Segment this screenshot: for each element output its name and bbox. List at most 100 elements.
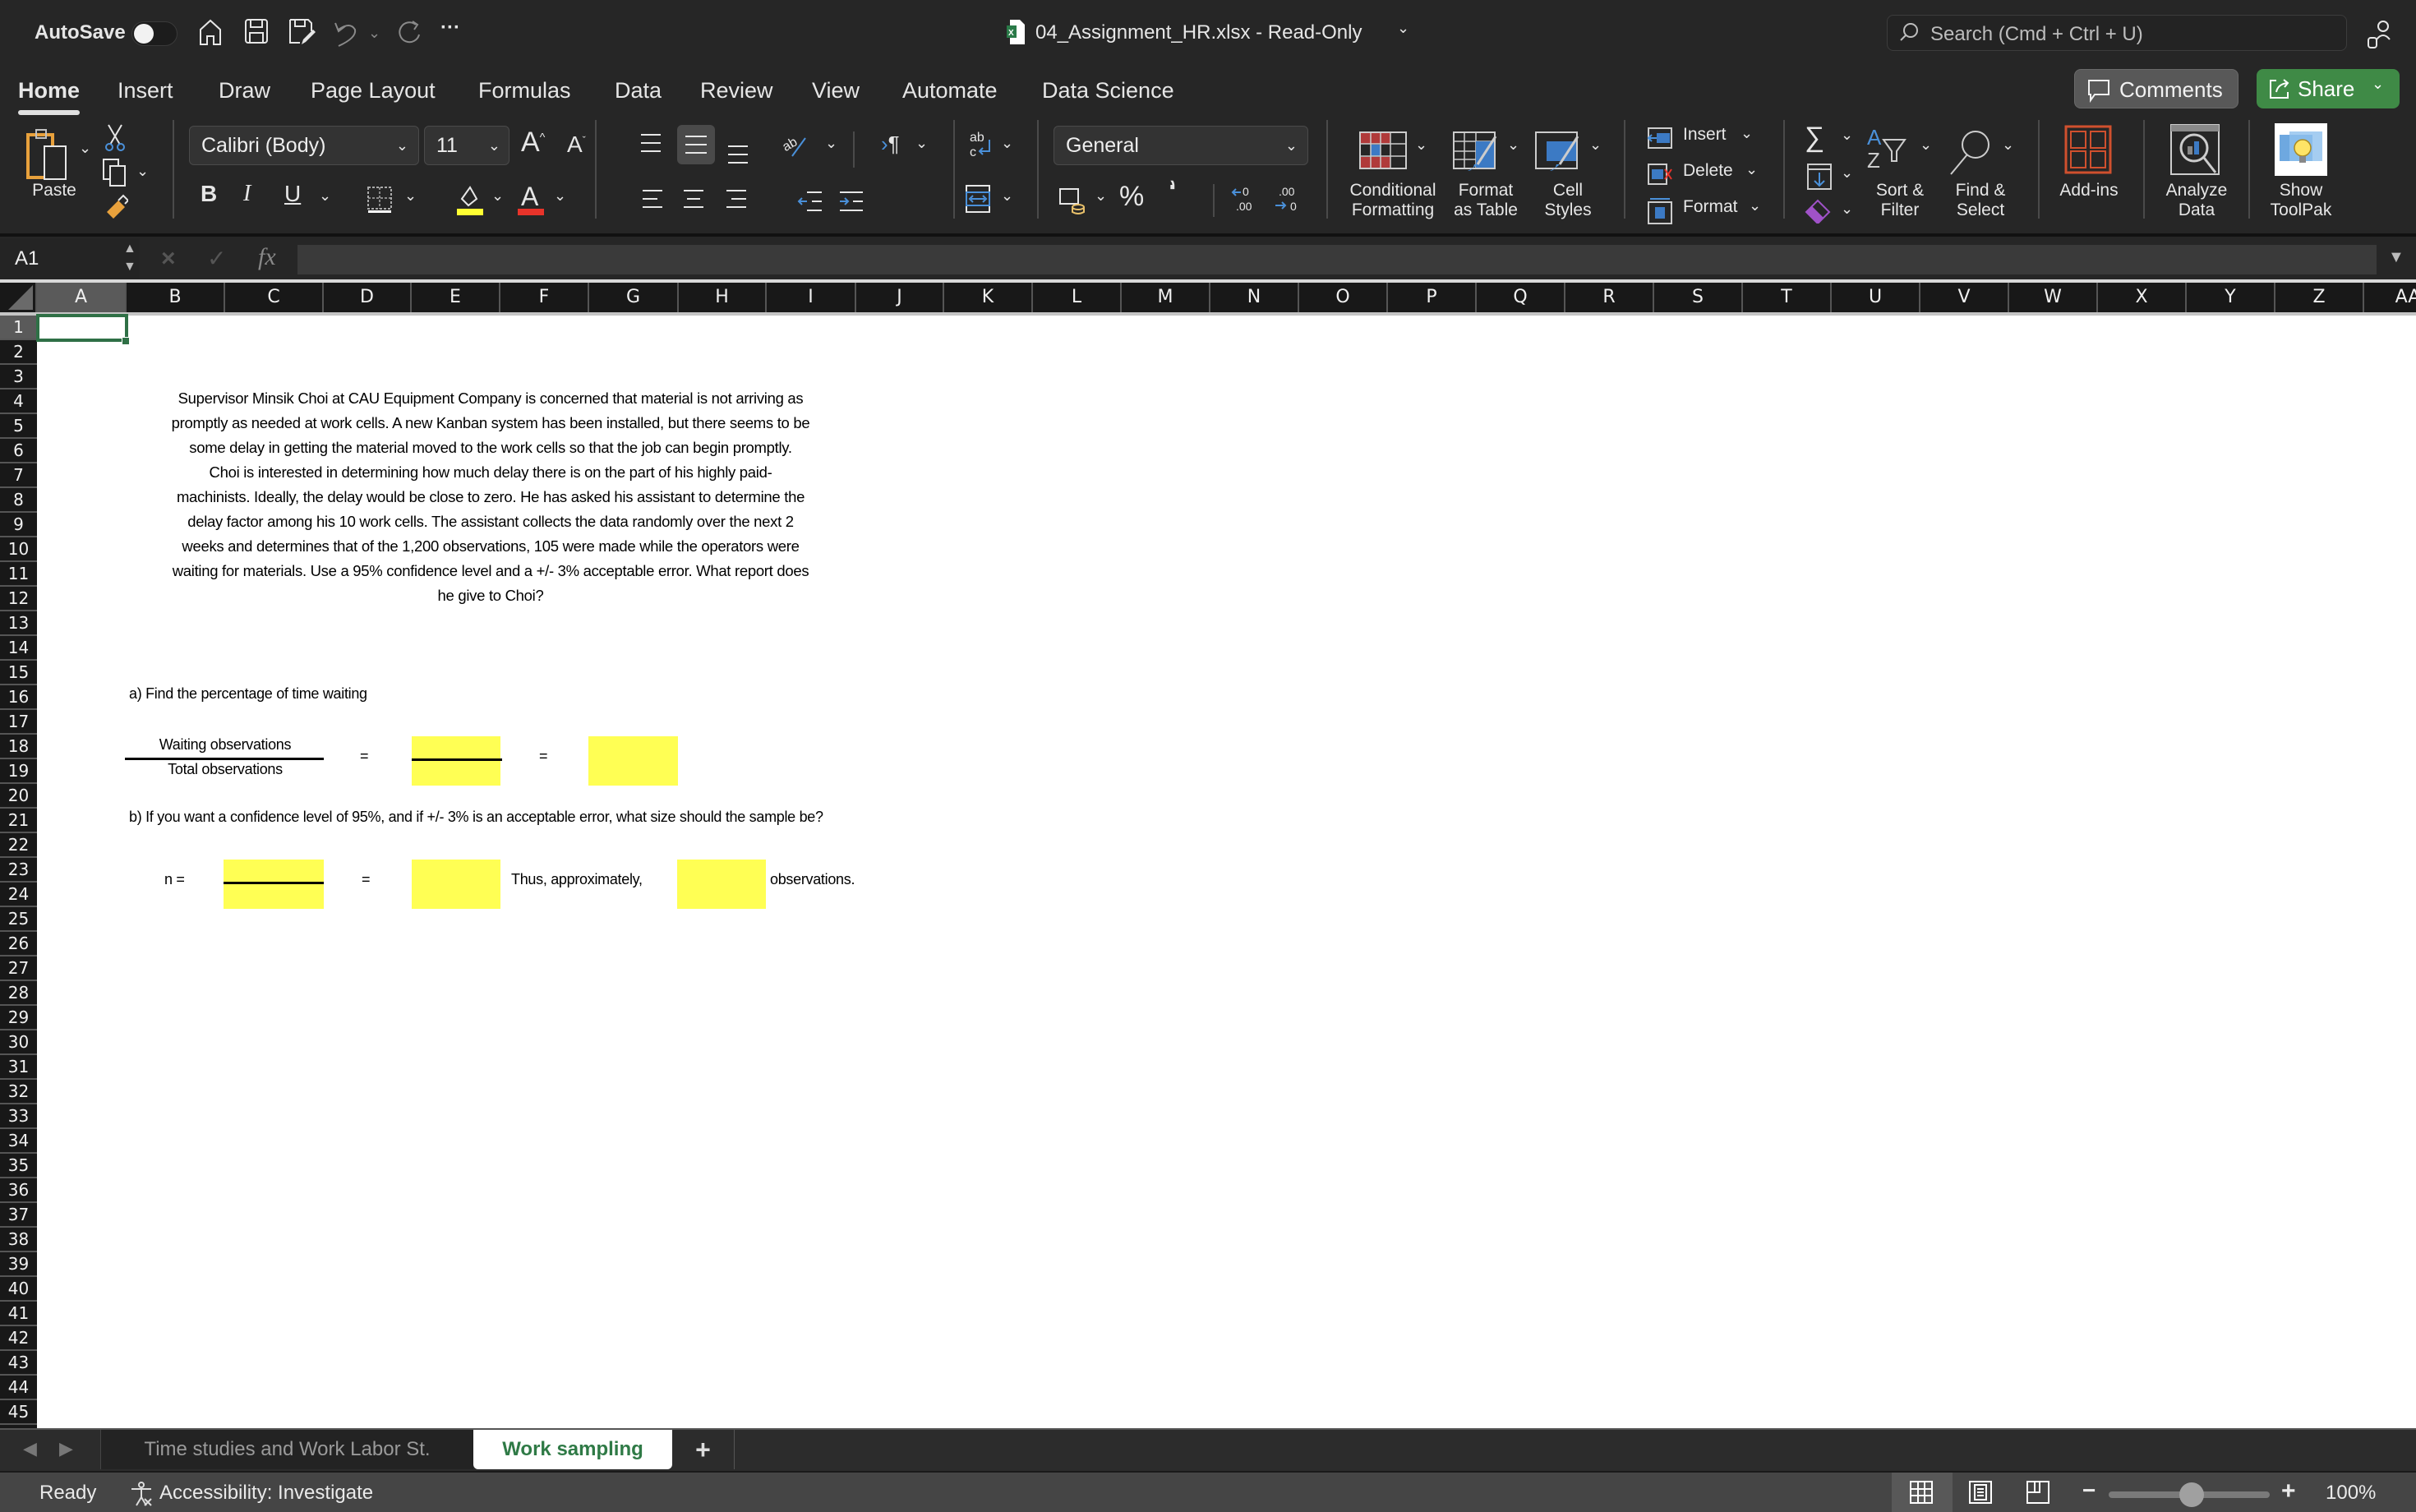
tab-insert[interactable]: Insert — [118, 74, 173, 107]
column-header-f[interactable]: F — [500, 283, 589, 312]
underline-button[interactable]: U — [284, 181, 301, 207]
row-header-21[interactable]: 21 — [0, 809, 37, 833]
tab-automate[interactable]: Automate — [902, 74, 998, 107]
tab-view[interactable]: View — [812, 74, 860, 107]
row-header-10[interactable]: 10 — [0, 537, 37, 562]
row-header-15[interactable]: 15 — [0, 661, 37, 685]
title-chevron-icon[interactable]: ⌄ — [1397, 20, 1409, 37]
fill-color-icon[interactable] — [457, 184, 483, 215]
underline-dropdown-icon[interactable]: ⌄ — [319, 187, 331, 205]
find-select-dropdown-icon[interactable]: ⌄ — [2002, 136, 2014, 154]
accounting-format-icon[interactable] — [1058, 186, 1086, 215]
row-header-16[interactable]: 16 — [0, 685, 37, 710]
sort-filter-label[interactable]: Sort & Filter — [1867, 181, 1933, 220]
row-header-44[interactable]: 44 — [0, 1376, 37, 1400]
decrease-font-size-icon[interactable]: Aˇ — [567, 131, 586, 158]
insert-dropdown-icon[interactable]: ⌄ — [1741, 125, 1753, 142]
sample-size-formula-cell[interactable] — [224, 860, 324, 909]
row-header-38[interactable]: 38 — [0, 1228, 37, 1252]
delete-dropdown-icon[interactable]: ⌄ — [1745, 161, 1758, 178]
orientation-dropdown-icon[interactable]: ⌄ — [825, 135, 837, 152]
row-header-12[interactable]: 12 — [0, 587, 37, 611]
formula-input[interactable] — [297, 245, 2377, 274]
insert-cells-label[interactable]: Insert — [1683, 125, 1727, 145]
insert-cells-icon[interactable] — [1647, 127, 1673, 150]
autosum-dropdown-icon[interactable]: ⌄ — [1841, 127, 1853, 144]
row-header-26[interactable]: 26 — [0, 932, 37, 957]
cancel-entry-icon[interactable]: × — [161, 245, 176, 273]
row-header-34[interactable]: 34 — [0, 1129, 37, 1154]
font-name-dropdown[interactable]: Calibri (Body) ⌄ — [189, 126, 419, 165]
column-header-u[interactable]: U — [1832, 283, 1920, 312]
percent-style-button[interactable]: % — [1119, 181, 1144, 213]
row-header-13[interactable]: 13 — [0, 611, 37, 636]
cell-styles-dropdown-icon[interactable]: ⌄ — [1589, 136, 1602, 154]
align-top-icon[interactable] — [638, 131, 664, 154]
search-box[interactable]: Search (Cmd + Ctrl + U) — [1887, 15, 2347, 51]
column-header-t[interactable]: T — [1743, 283, 1832, 312]
conditional-formatting-label[interactable]: Conditional Formatting — [1341, 181, 1445, 220]
next-sheet-icon[interactable]: ▶ — [59, 1438, 73, 1459]
wrap-text-dropdown-icon[interactable]: ⌄ — [1001, 135, 1013, 152]
cell-styles-icon[interactable] — [1535, 131, 1583, 173]
show-toolpak-label[interactable]: Show ToolPak — [2263, 181, 2339, 220]
font-color-icon[interactable]: A — [518, 182, 544, 215]
find-select-icon[interactable] — [1948, 127, 1994, 176]
row-header-43[interactable]: 43 — [0, 1351, 37, 1376]
toolpak-icon[interactable] — [2275, 123, 2327, 176]
page-break-view-icon[interactable] — [2026, 1481, 2049, 1504]
row-header-29[interactable]: 29 — [0, 1006, 37, 1030]
align-right-icon[interactable] — [723, 187, 749, 210]
merge-dropdown-icon[interactable]: ⌄ — [1001, 187, 1013, 205]
addins-icon[interactable] — [2064, 125, 2112, 174]
tab-data[interactable]: Data — [615, 74, 662, 107]
addins-label[interactable]: Add-ins — [2054, 181, 2123, 201]
cell-styles-label[interactable]: Cell Styles — [1535, 181, 1601, 220]
column-header-x[interactable]: X — [2098, 283, 2187, 312]
sheet-tab-time-studies[interactable]: Time studies and Work Labor St. — [100, 1430, 473, 1469]
answer-percentage-cell[interactable] — [588, 736, 678, 786]
paragraph-dropdown-icon[interactable]: ⌄ — [915, 135, 928, 152]
autosave-toggle[interactable] — [131, 21, 178, 46]
insert-function-icon[interactable]: fx — [258, 243, 276, 271]
accessibility-status[interactable]: Accessibility: Investigate — [159, 1482, 373, 1505]
fill-icon[interactable] — [1806, 163, 1833, 191]
home-icon[interactable] — [196, 18, 225, 48]
row-header-24[interactable]: 24 — [0, 883, 37, 907]
format-cells-icon[interactable] — [1647, 197, 1673, 225]
accounting-dropdown-icon[interactable]: ⌄ — [1095, 187, 1107, 205]
column-header-aa[interactable]: AA — [2364, 283, 2416, 312]
delete-cells-label[interactable]: Delete — [1683, 161, 1733, 181]
delete-cells-icon[interactable] — [1647, 163, 1673, 186]
row-header-25[interactable]: 25 — [0, 907, 37, 932]
expand-formula-bar-icon[interactable]: ▼ — [2388, 248, 2404, 267]
answer-fraction-cell[interactable] — [412, 736, 500, 786]
row-header-30[interactable]: 30 — [0, 1030, 37, 1055]
row-header-28[interactable]: 28 — [0, 981, 37, 1006]
row-header-27[interactable]: 27 — [0, 957, 37, 981]
format-cells-label[interactable]: Format — [1683, 197, 1738, 217]
format-as-table-icon[interactable] — [1453, 131, 1501, 173]
share-button[interactable]: Share ⌄ — [2257, 69, 2400, 108]
column-header-y[interactable]: Y — [2187, 283, 2275, 312]
format-as-table-label[interactable]: Format as Table — [1445, 181, 1527, 220]
row-header-8[interactable]: 8 — [0, 488, 37, 513]
row-header-17[interactable]: 17 — [0, 710, 37, 735]
undo-dropdown-icon[interactable]: ⌄ — [368, 25, 380, 42]
zoom-out-button[interactable]: − — [2082, 1477, 2096, 1504]
decrease-decimal-icon[interactable]: .00 0 — [1272, 184, 1302, 214]
column-header-s[interactable]: S — [1654, 283, 1743, 312]
paste-icon[interactable] — [25, 127, 74, 181]
decrease-indent-icon[interactable] — [797, 191, 823, 212]
spreadsheet-grid[interactable]: A B C D E F G H I J K L M N O P Q R S T U V W X Y Z AA 1 2 3 4 5 6 7 8 9 10… — [0, 279, 2416, 1428]
row-header-6[interactable]: 6 — [0, 439, 37, 463]
font-color-dropdown-icon[interactable]: ⌄ — [554, 187, 566, 205]
analyze-data-icon[interactable] — [2169, 123, 2222, 176]
column-header-o[interactable]: O — [1299, 283, 1388, 312]
row-header-2[interactable]: 2 — [0, 340, 37, 365]
row-header-9[interactable]: 9 — [0, 513, 37, 537]
row-header-42[interactable]: 42 — [0, 1326, 37, 1351]
fill-dropdown-icon[interactable]: ⌄ — [1841, 164, 1853, 182]
tab-page-layout[interactable]: Page Layout — [311, 74, 436, 107]
copy-icon[interactable] — [102, 158, 127, 187]
